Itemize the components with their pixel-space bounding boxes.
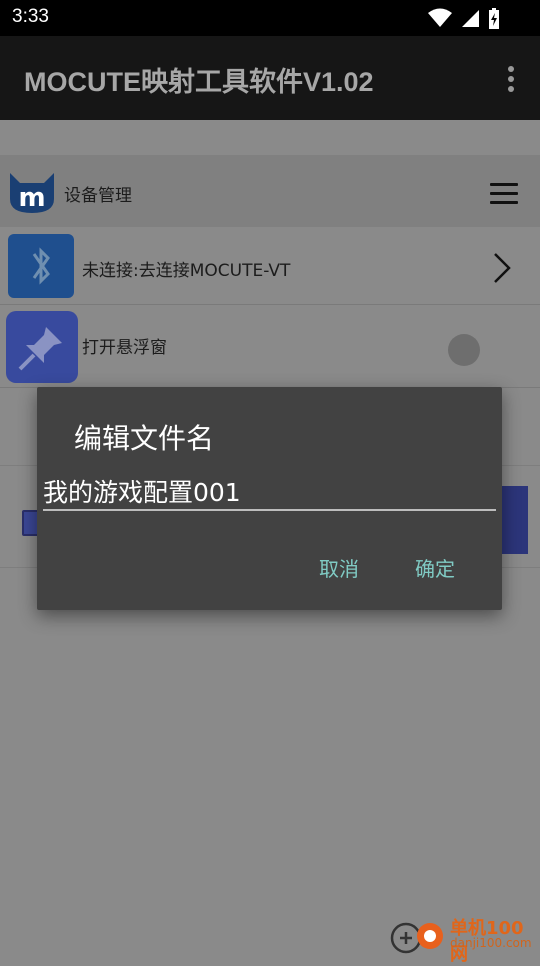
status-time: 3:33	[12, 6, 49, 27]
floating-window-toggle[interactable]	[448, 334, 480, 366]
dialog-title: 编辑文件名	[74, 422, 215, 455]
background-button[interactable]	[500, 486, 528, 554]
watermark: 单机100网 danji100.com	[388, 912, 536, 965]
menu-icon[interactable]	[490, 183, 518, 210]
app-title: MOCUTE映射工具软件V1.02	[24, 67, 374, 97]
edit-filename-dialog: 编辑文件名 取消 确定	[37, 387, 502, 610]
cancel-button[interactable]: 取消	[319, 553, 359, 582]
status-bar: 3:33	[0, 0, 540, 36]
bluetooth-icon	[8, 234, 74, 298]
watermark-text-en: danji100.com	[450, 936, 532, 950]
signal-icon	[462, 10, 479, 27]
more-options-icon[interactable]	[506, 66, 516, 94]
status-icons	[428, 8, 500, 30]
watermark-logo-icon	[390, 922, 443, 954]
battery-charging-icon	[489, 8, 499, 29]
device-management-header: m 设备管理	[0, 155, 540, 227]
device-management-label: 设备管理	[64, 186, 132, 206]
bluetooth-connect-row[interactable]: 未连接:去连接MOCUTE-VT	[0, 228, 540, 305]
mocute-logo-icon: m	[10, 173, 54, 213]
pin-icon	[6, 311, 78, 383]
filename-input[interactable]	[43, 473, 496, 511]
svg-text:m: m	[18, 183, 45, 213]
connection-status-label: 未连接:去连接MOCUTE-VT	[82, 261, 291, 281]
chevron-right-icon	[494, 253, 511, 283]
app-bar: MOCUTE映射工具软件V1.02	[0, 36, 540, 120]
ok-button[interactable]: 确定	[415, 553, 455, 582]
wifi-icon	[428, 8, 452, 27]
floating-window-label: 打开悬浮窗	[82, 338, 167, 358]
